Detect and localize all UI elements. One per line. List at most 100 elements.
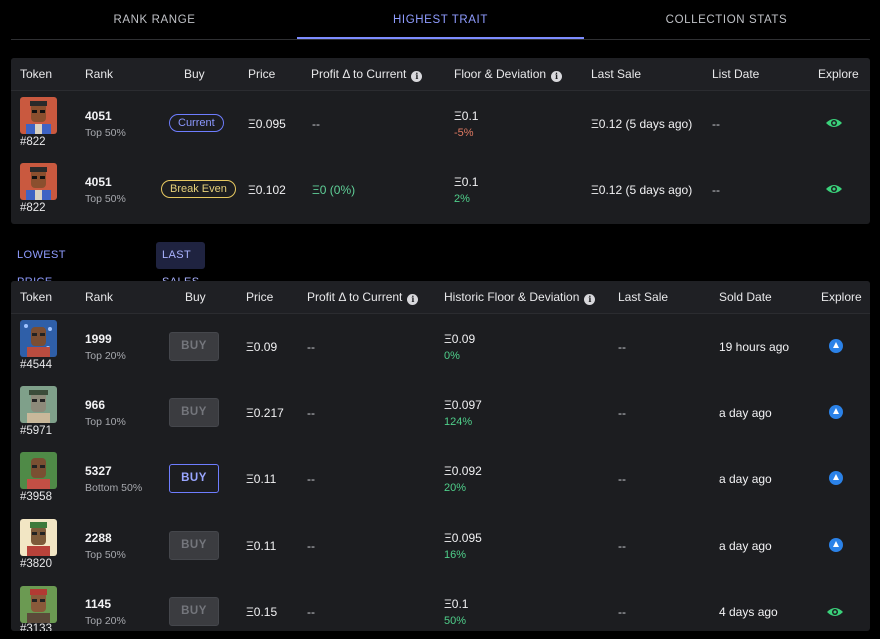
floor-cell: Ξ0.097 124%: [444, 398, 482, 428]
sales-table-header: Token Rank Buy Price Profit Δ to Current…: [11, 281, 870, 314]
floor-deviation: 124%: [444, 416, 473, 428]
info-icon[interactable]: i: [551, 71, 563, 82]
header-profit: Profit Δ to Current i: [311, 58, 423, 91]
list-date-value: --: [712, 183, 720, 197]
explore-button[interactable]: [829, 339, 843, 356]
last-sale-value: --: [618, 340, 626, 354]
token-id: #4544: [20, 359, 52, 371]
header-floor: Historic Floor & Deviation i: [444, 281, 596, 314]
price-value: Ξ0.15: [246, 605, 278, 619]
token-id: #5971: [20, 425, 52, 437]
floor-deviation: 50%: [444, 615, 467, 627]
price-value: Ξ0.11: [246, 539, 277, 553]
buy-cell: BUY: [169, 332, 219, 361]
tab-highest-trait[interactable]: HIGHEST TRAIT: [297, 0, 584, 39]
token-id: #822: [20, 202, 46, 214]
header-last-sale: Last Sale: [618, 290, 669, 304]
info-icon[interactable]: i: [584, 294, 596, 305]
eye-icon: [827, 608, 843, 616]
floor-cell: Ξ0.1 2%: [454, 175, 478, 205]
info-icon[interactable]: i: [407, 294, 419, 305]
price-value: Ξ0.11: [246, 472, 277, 486]
eye-icon: [826, 119, 842, 127]
last-sale-value: --: [618, 539, 626, 553]
floor-deviation: 16%: [444, 549, 467, 561]
token-image[interactable]: [20, 97, 57, 134]
info-icon[interactable]: i: [411, 71, 423, 82]
header-price: Price: [248, 67, 276, 81]
price-value: Ξ0.102: [248, 183, 286, 197]
rank-percentile: Bottom 50%: [85, 482, 143, 494]
token-image[interactable]: [20, 320, 57, 357]
token-id: #3958: [20, 491, 52, 503]
header-rank: Rank: [85, 67, 114, 81]
rank-cell: 4051 Top 50%: [85, 175, 126, 205]
token-image[interactable]: [20, 586, 57, 623]
opensea-icon: [829, 405, 843, 419]
sold-date-value: 4 days ago: [719, 605, 778, 619]
buy-cell: Break Even: [161, 180, 236, 198]
header-token: Token: [20, 290, 53, 304]
rank-cell: 4051 Top 50%: [85, 109, 126, 139]
floor-value: Ξ0.097: [444, 398, 482, 412]
buy-cell: BUY: [169, 531, 219, 560]
token-image[interactable]: [20, 519, 57, 556]
token-image[interactable]: [20, 163, 57, 200]
break-even-badge: Break Even: [161, 180, 236, 198]
explore-button[interactable]: [829, 405, 843, 422]
profit-value: --: [312, 117, 320, 131]
tab-last-sales[interactable]: LAST SALES: [156, 242, 206, 288]
opensea-icon: [829, 538, 843, 552]
floor-value: Ξ0.092: [444, 464, 482, 478]
floor-deviation: 2%: [454, 193, 470, 205]
trait-table-header: Token Rank Buy Price Profit Δ to Current…: [11, 58, 870, 91]
explore-button[interactable]: [829, 538, 843, 555]
explore-button[interactable]: [825, 117, 843, 132]
tab-rank-range[interactable]: RANK RANGE: [11, 0, 298, 39]
profit-value: Ξ0 (0%): [312, 183, 356, 197]
last-sale-value: --: [618, 472, 626, 486]
header-token: Token: [20, 67, 53, 81]
tab-lowest-price-listings[interactable]: LOWEST PRICE LISTINGS: [11, 242, 76, 315]
sold-date-value: 19 hours ago: [719, 340, 790, 354]
profit-value: --: [307, 406, 315, 420]
trait-table: Token Rank Buy Price Profit Δ to Current…: [11, 58, 870, 224]
price-value: Ξ0.095: [248, 117, 286, 131]
price-value: Ξ0.09: [246, 340, 278, 354]
explore-button[interactable]: [829, 471, 843, 488]
table-row: #3820 2288 Top 50% BUY Ξ0.11 -- Ξ0.095 1…: [11, 513, 870, 579]
buy-button[interactable]: BUY: [169, 332, 219, 361]
floor-deviation: 0%: [444, 350, 460, 362]
table-row: #4544 1999 Top 20% BUY Ξ0.09 -- Ξ0.09 0%…: [11, 314, 870, 380]
explore-button[interactable]: [825, 183, 843, 198]
header-profit: Profit Δ to Current i: [307, 281, 419, 314]
header-floor-label: Floor & Deviation: [454, 67, 547, 81]
buy-button[interactable]: BUY: [169, 597, 219, 626]
token-id: #3133: [20, 623, 52, 631]
list-date-value: --: [712, 117, 720, 131]
token-image[interactable]: [20, 386, 57, 423]
rank-value: 4051: [85, 175, 112, 189]
table-row: #822 4051 Top 50% Current Ξ0.095 -- Ξ0.1…: [11, 91, 870, 157]
explore-button[interactable]: [826, 606, 844, 621]
header-floor: Floor & Deviation i: [454, 58, 563, 91]
sold-date-value: a day ago: [719, 539, 772, 553]
buy-button[interactable]: BUY: [169, 531, 219, 560]
rank-value: 2288: [85, 531, 112, 545]
rank-value: 5327: [85, 464, 112, 478]
buy-button[interactable]: BUY: [169, 464, 219, 493]
current-badge: Current: [169, 114, 224, 132]
header-profit-label: Profit Δ to Current: [307, 290, 403, 304]
floor-cell: Ξ0.092 20%: [444, 464, 482, 494]
rank-percentile: Top 50%: [85, 127, 126, 139]
floor-deviation: -5%: [454, 127, 474, 139]
buy-button[interactable]: BUY: [169, 398, 219, 427]
floor-cell: Ξ0.1 -5%: [454, 109, 478, 139]
rank-value: 1145: [85, 597, 112, 611]
token-image[interactable]: [20, 452, 57, 489]
header-explore: Explore: [821, 290, 862, 304]
opensea-icon: [829, 471, 843, 485]
tab-collection-stats[interactable]: COLLECTION STATS: [583, 0, 870, 39]
rank-cell: 5327 Bottom 50%: [85, 464, 142, 494]
last-sale-value: --: [618, 406, 626, 420]
